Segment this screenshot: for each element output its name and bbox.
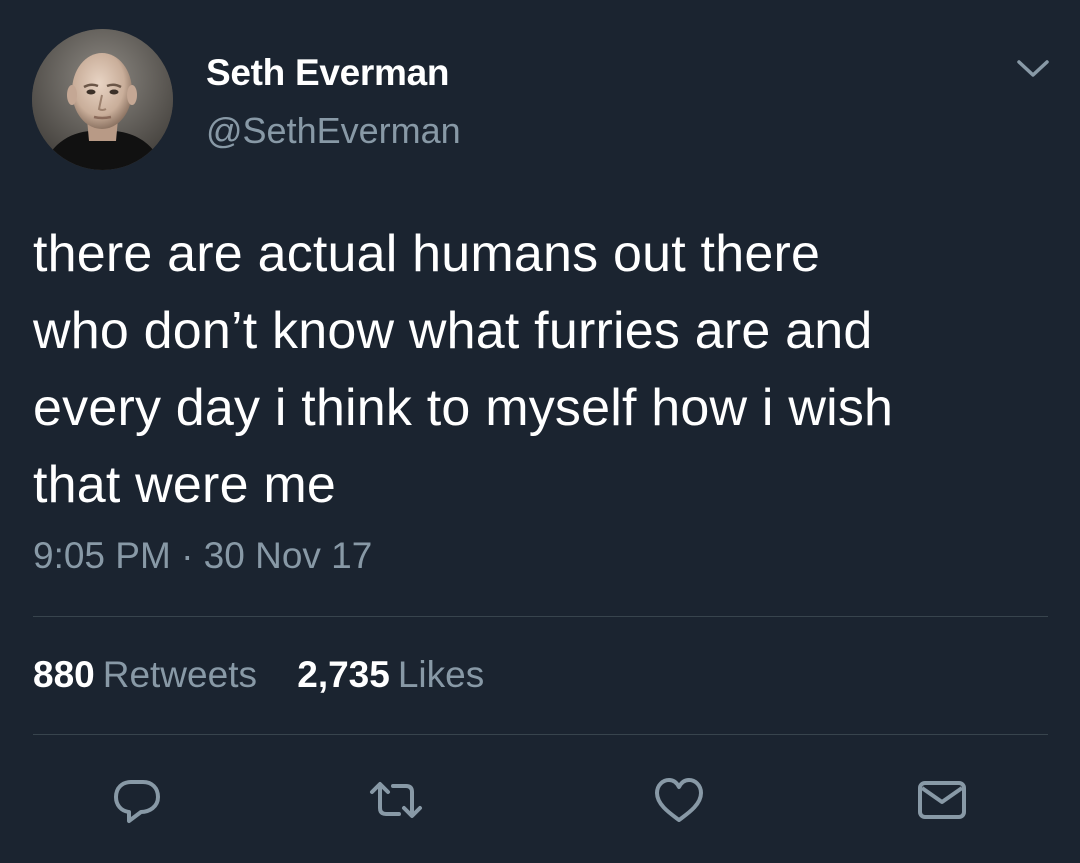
- divider: [33, 616, 1048, 617]
- tweet-text: there are actual humans out there who do…: [33, 216, 1043, 524]
- engagement-stats: 880 Retweets 2,735 Likes: [33, 654, 514, 696]
- retweet-count: 880: [33, 654, 95, 695]
- like-button[interactable]: [649, 770, 709, 830]
- like-count: 2,735: [297, 654, 390, 695]
- tweet-text-line: there are actual humans out there: [33, 225, 821, 283]
- avatar[interactable]: [32, 29, 173, 170]
- tweet-text-line: that were me: [33, 456, 336, 514]
- retweet-button[interactable]: [366, 770, 426, 830]
- tweet-text-line: who don’t know what furries are and: [33, 302, 873, 360]
- tweet-text-line: every day i think to myself how i wish: [33, 379, 894, 437]
- like-label: Likes: [397, 654, 485, 695]
- direct-message-button[interactable]: [911, 770, 971, 830]
- speech-bubble-icon: [114, 780, 160, 823]
- reply-button[interactable]: [107, 770, 167, 830]
- timestamp[interactable]: 9:05 PM · 30 Nov 17: [33, 535, 372, 577]
- tweet-card: Seth Everman @SethEverman there are actu…: [0, 0, 1080, 863]
- retweets-stat[interactable]: 880 Retweets: [33, 654, 257, 696]
- avatar-photo-icon: [32, 29, 173, 170]
- chevron-down-icon[interactable]: [1015, 56, 1051, 80]
- envelope-icon: [918, 781, 966, 819]
- heart-icon: [655, 778, 703, 822]
- retweet-label: Retweets: [102, 654, 257, 695]
- retweet-arrows-icon: [370, 782, 422, 818]
- user-handle[interactable]: @SethEverman: [206, 110, 461, 152]
- likes-stat[interactable]: 2,735 Likes: [297, 654, 484, 696]
- display-name[interactable]: Seth Everman: [206, 52, 449, 94]
- divider: [33, 734, 1048, 735]
